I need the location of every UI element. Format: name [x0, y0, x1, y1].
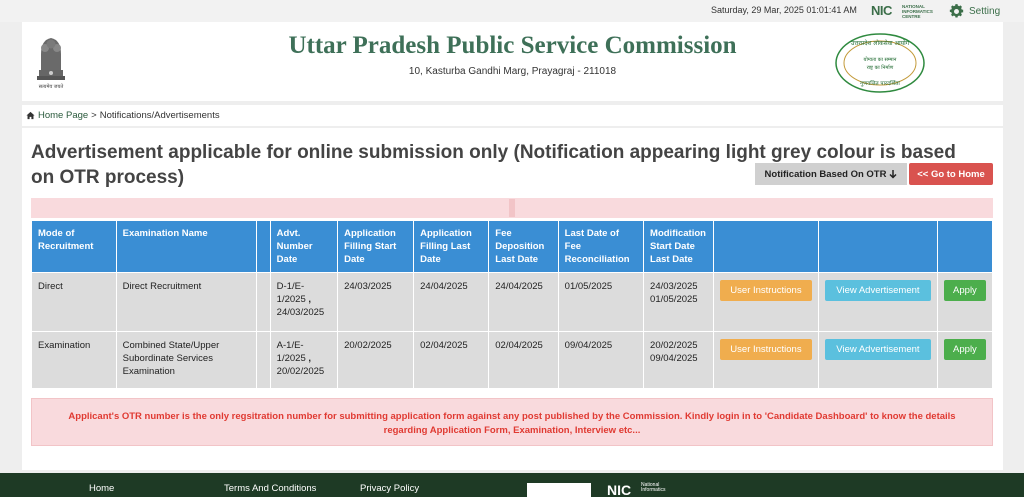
col-header-action-3: [936, 220, 994, 273]
mod-start: 24/03/2025: [650, 281, 698, 292]
notification-otr-label: Notification Based On OTR: [764, 168, 887, 180]
table-row: Direct Direct Recruitment D-1/E-1/2025 ,…: [31, 272, 994, 332]
col-header-mode: Mode of Recruitment: [31, 220, 117, 273]
cell-last: 02/04/2025: [413, 331, 490, 389]
cell-apply: Apply: [936, 272, 994, 332]
nic-logo-text: NIC: [871, 3, 892, 18]
advt-comma: ,: [308, 294, 312, 305]
commission-seal-icon: उत्तरप्रदेश लोकसेवा आयोग योग्यता का सम्म…: [835, 33, 925, 93]
col-header-reconciliation: Last Date of Fee Reconciliation: [557, 220, 645, 273]
table-header-row: Mode of Recruitment Examination Name Adv…: [31, 220, 994, 273]
cell-exam: Direct Recruitment: [115, 272, 257, 332]
notification-otr-button[interactable]: Notification Based On OTR: [755, 163, 907, 185]
cell-mode: Examination: [31, 331, 117, 389]
col-header-advt: Advt. Number Date: [269, 220, 339, 273]
cell-advt: A-1/E-1/2025 , 20/02/2025: [269, 331, 339, 389]
col-header-start: Application Filling Start Date: [337, 220, 415, 273]
nic-logo: NIC NATIONAL INFORMATICS CENTRE: [871, 3, 945, 19]
cell-advertisement: View Advertisement: [817, 331, 938, 389]
cell-exam: Combined State/Upper Subordinate Service…: [115, 331, 257, 389]
advt-date: 24/03/2025: [276, 307, 325, 318]
cell-blank: [255, 331, 271, 389]
current-datetime: Saturday, 29 Mar, 2025 01:01:41 AM: [711, 5, 857, 15]
breadcrumb: Home Page > Notifications/Advertisements: [22, 105, 1003, 126]
advt-number: A-1/E-1/2025: [276, 340, 306, 364]
footer-link-terms[interactable]: Terms And Conditions: [224, 483, 316, 494]
footer-nic-text: NIC: [607, 482, 632, 497]
seal-mid-text-1: योग्यता का सम्मान: [864, 56, 897, 63]
cell-advt: D-1/E-1/2025 , 24/03/2025: [269, 272, 339, 332]
col-header-blank: [255, 220, 271, 273]
user-instructions-button[interactable]: User Instructions: [719, 339, 812, 360]
cell-instructions: User Instructions: [712, 272, 819, 332]
footer-nic-logo: NIC National Informatics: [607, 482, 665, 497]
main-content: Advertisement applicable for online subm…: [22, 128, 1003, 470]
seal-top-text: उत्तरप्रदेश लोकसेवा आयोग: [851, 39, 910, 47]
setting-button[interactable]: Setting: [948, 3, 1000, 20]
cell-fee-last: 02/04/2025: [488, 331, 559, 389]
cell-instructions: User Instructions: [712, 331, 819, 389]
site-header: सत्यमेव जयते Uttar Pradesh Public Servic…: [22, 22, 1003, 101]
site-footer: Home Terms And Conditions Privacy Policy…: [0, 473, 1024, 497]
view-advertisement-button[interactable]: View Advertisement: [824, 280, 931, 301]
otr-notice: Applicant's OTR number is the only regsi…: [31, 398, 993, 446]
cell-reconciliation: 09/04/2025: [557, 331, 645, 389]
mod-last: 09/04/2025: [650, 353, 698, 364]
breadcrumb-current: Notifications/Advertisements: [99, 110, 220, 121]
breadcrumb-home-link[interactable]: Home Page: [38, 110, 88, 121]
qr-code-icon: [527, 483, 591, 497]
arrow-down-icon: [889, 169, 897, 179]
col-header-action-2: [817, 220, 938, 273]
cell-modification: 20/02/2025 09/04/2025: [643, 331, 714, 389]
footer-nic-subtext: National Informatics: [641, 482, 666, 493]
nic-logo-subtext: NATIONAL INFORMATICS CENTRE: [902, 4, 933, 19]
cell-start: 20/02/2025: [337, 331, 415, 389]
view-advertisement-button[interactable]: View Advertisement: [824, 339, 931, 360]
advertisement-table: Mode of Recruitment Examination Name Adv…: [31, 220, 994, 389]
advt-comma: ,: [308, 353, 312, 364]
footer-link-home[interactable]: Home: [89, 483, 114, 494]
top-bar: Saturday, 29 Mar, 2025 01:01:41 AM NIC N…: [0, 0, 1024, 22]
advt-number: D-1/E-1/2025: [276, 281, 306, 305]
col-header-fee: Fee Deposition Last Date: [488, 220, 559, 273]
notice-strip: [31, 198, 993, 218]
cell-mode: Direct: [31, 272, 117, 332]
cell-apply: Apply: [936, 331, 994, 389]
seal-bottom-text: गुणवत्तित पारदर्शिता: [860, 80, 900, 87]
go-to-home-button[interactable]: << Go to Home: [909, 163, 993, 185]
table-row: Examination Combined State/Upper Subordi…: [31, 331, 994, 389]
cell-advertisement: View Advertisement: [817, 272, 938, 332]
cell-modification: 24/03/2025 01/05/2025: [643, 272, 714, 332]
home-icon: [26, 111, 35, 120]
apply-button[interactable]: Apply: [943, 339, 986, 360]
col-header-exam: Examination Name: [115, 220, 257, 273]
cell-last: 24/04/2025: [413, 272, 490, 332]
col-header-modification: Modification Start Date Last Date: [643, 220, 714, 273]
cell-reconciliation: 01/05/2025: [557, 272, 645, 332]
notice-strip-marker: [509, 199, 515, 217]
advt-date: 20/02/2025: [276, 366, 325, 377]
apply-button[interactable]: Apply: [943, 280, 986, 301]
seal-mid-text-2: राष्ट्र का निर्माण: [867, 64, 894, 71]
mod-last: 01/05/2025: [650, 294, 698, 305]
gear-icon: [949, 4, 964, 18]
mod-start: 20/02/2025: [650, 340, 698, 351]
cell-fee-last: 24/04/2025: [488, 272, 559, 332]
col-header-action-1: [712, 220, 819, 273]
col-header-last: Application Filling Last Date: [413, 220, 490, 273]
breadcrumb-separator: >: [91, 110, 97, 121]
setting-label: Setting: [969, 6, 1001, 17]
cell-start: 24/03/2025: [337, 272, 415, 332]
footer-link-privacy[interactable]: Privacy Policy: [360, 483, 419, 494]
cell-blank: [255, 272, 271, 332]
user-instructions-button[interactable]: User Instructions: [719, 280, 812, 301]
emblem-motto: सत्यमेव जयते: [39, 83, 64, 90]
